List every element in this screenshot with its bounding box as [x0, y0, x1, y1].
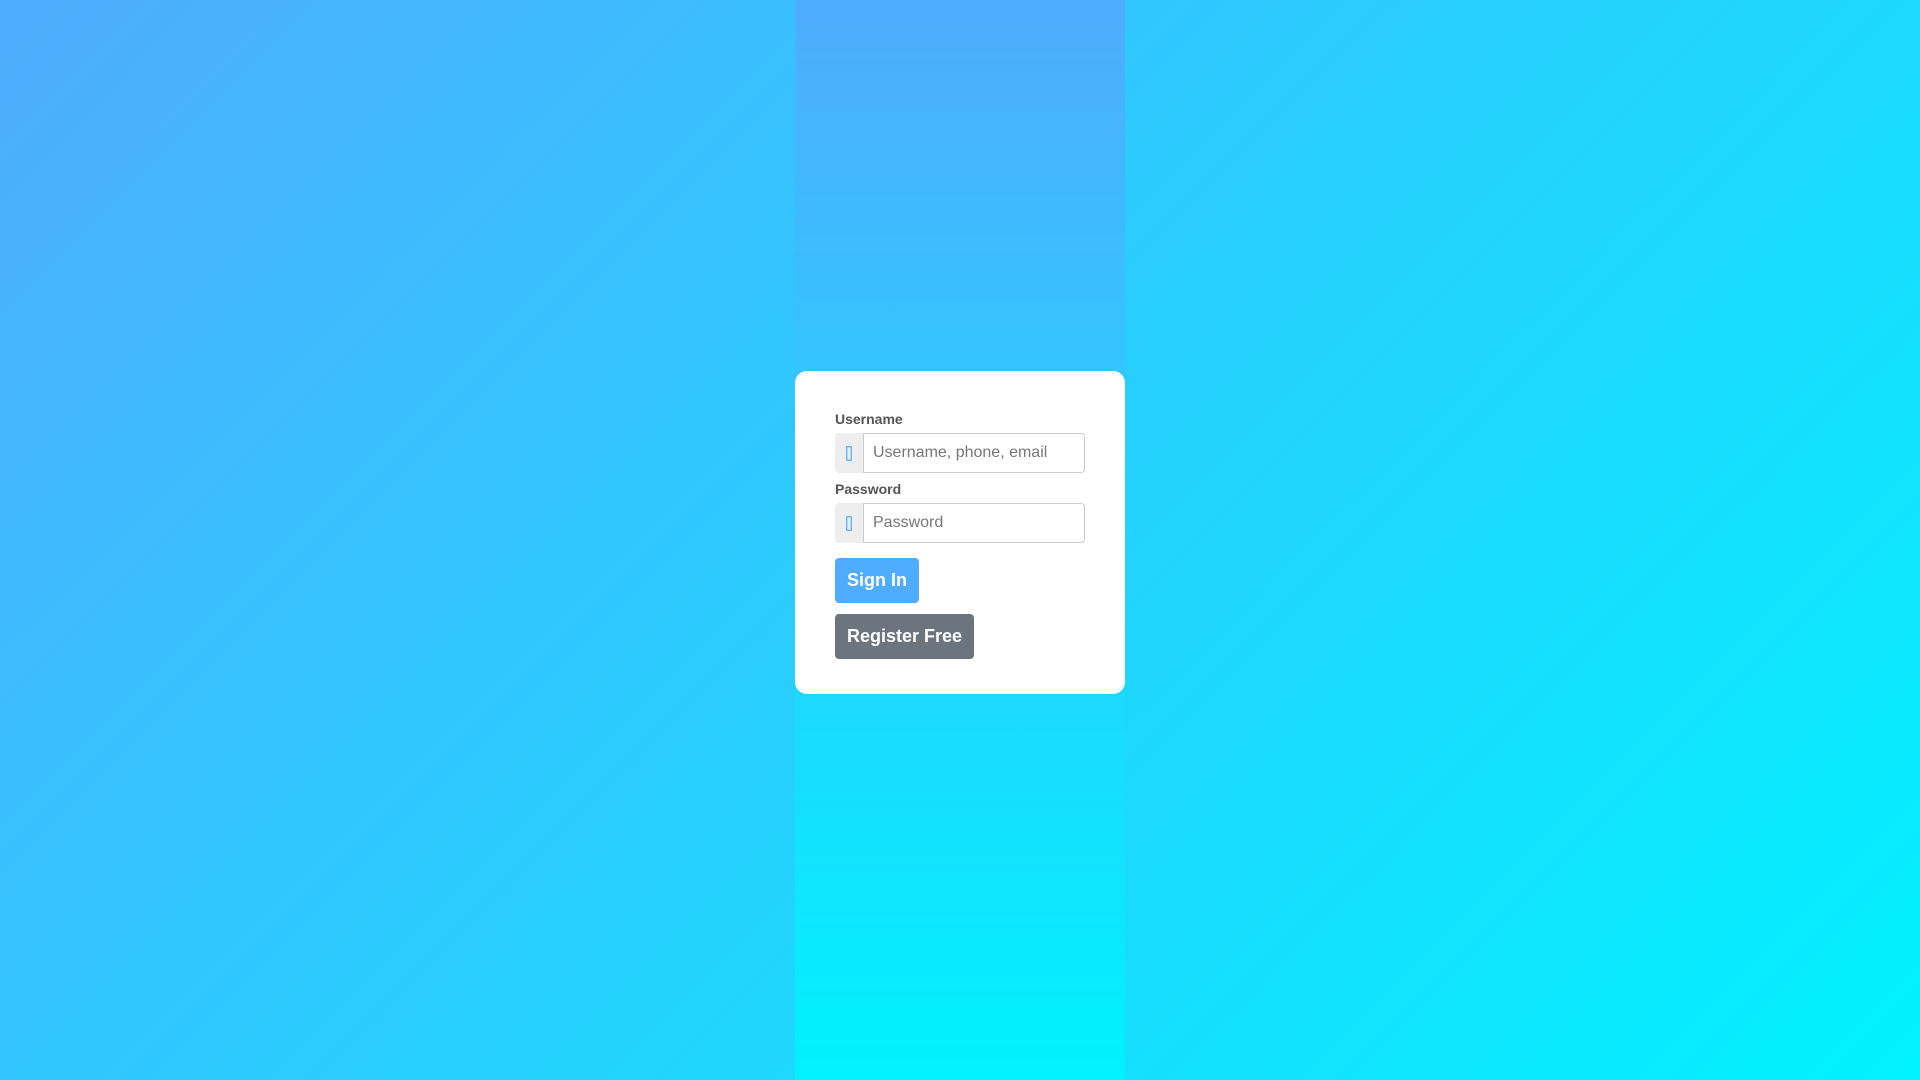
login-card: Username Password Sign In Register Free: [795, 371, 1125, 694]
username-label: Username: [835, 411, 903, 427]
sign-in-button[interactable]: Sign In: [835, 558, 919, 603]
username-input[interactable]: [863, 433, 1085, 473]
register-button[interactable]: Register Free: [835, 614, 975, 659]
lock-icon: [835, 503, 863, 543]
password-input[interactable]: [863, 503, 1085, 543]
username-input-group: [835, 433, 1085, 473]
password-input-group: [835, 503, 1085, 543]
password-label: Password: [835, 481, 902, 497]
user-icon: [835, 433, 863, 473]
